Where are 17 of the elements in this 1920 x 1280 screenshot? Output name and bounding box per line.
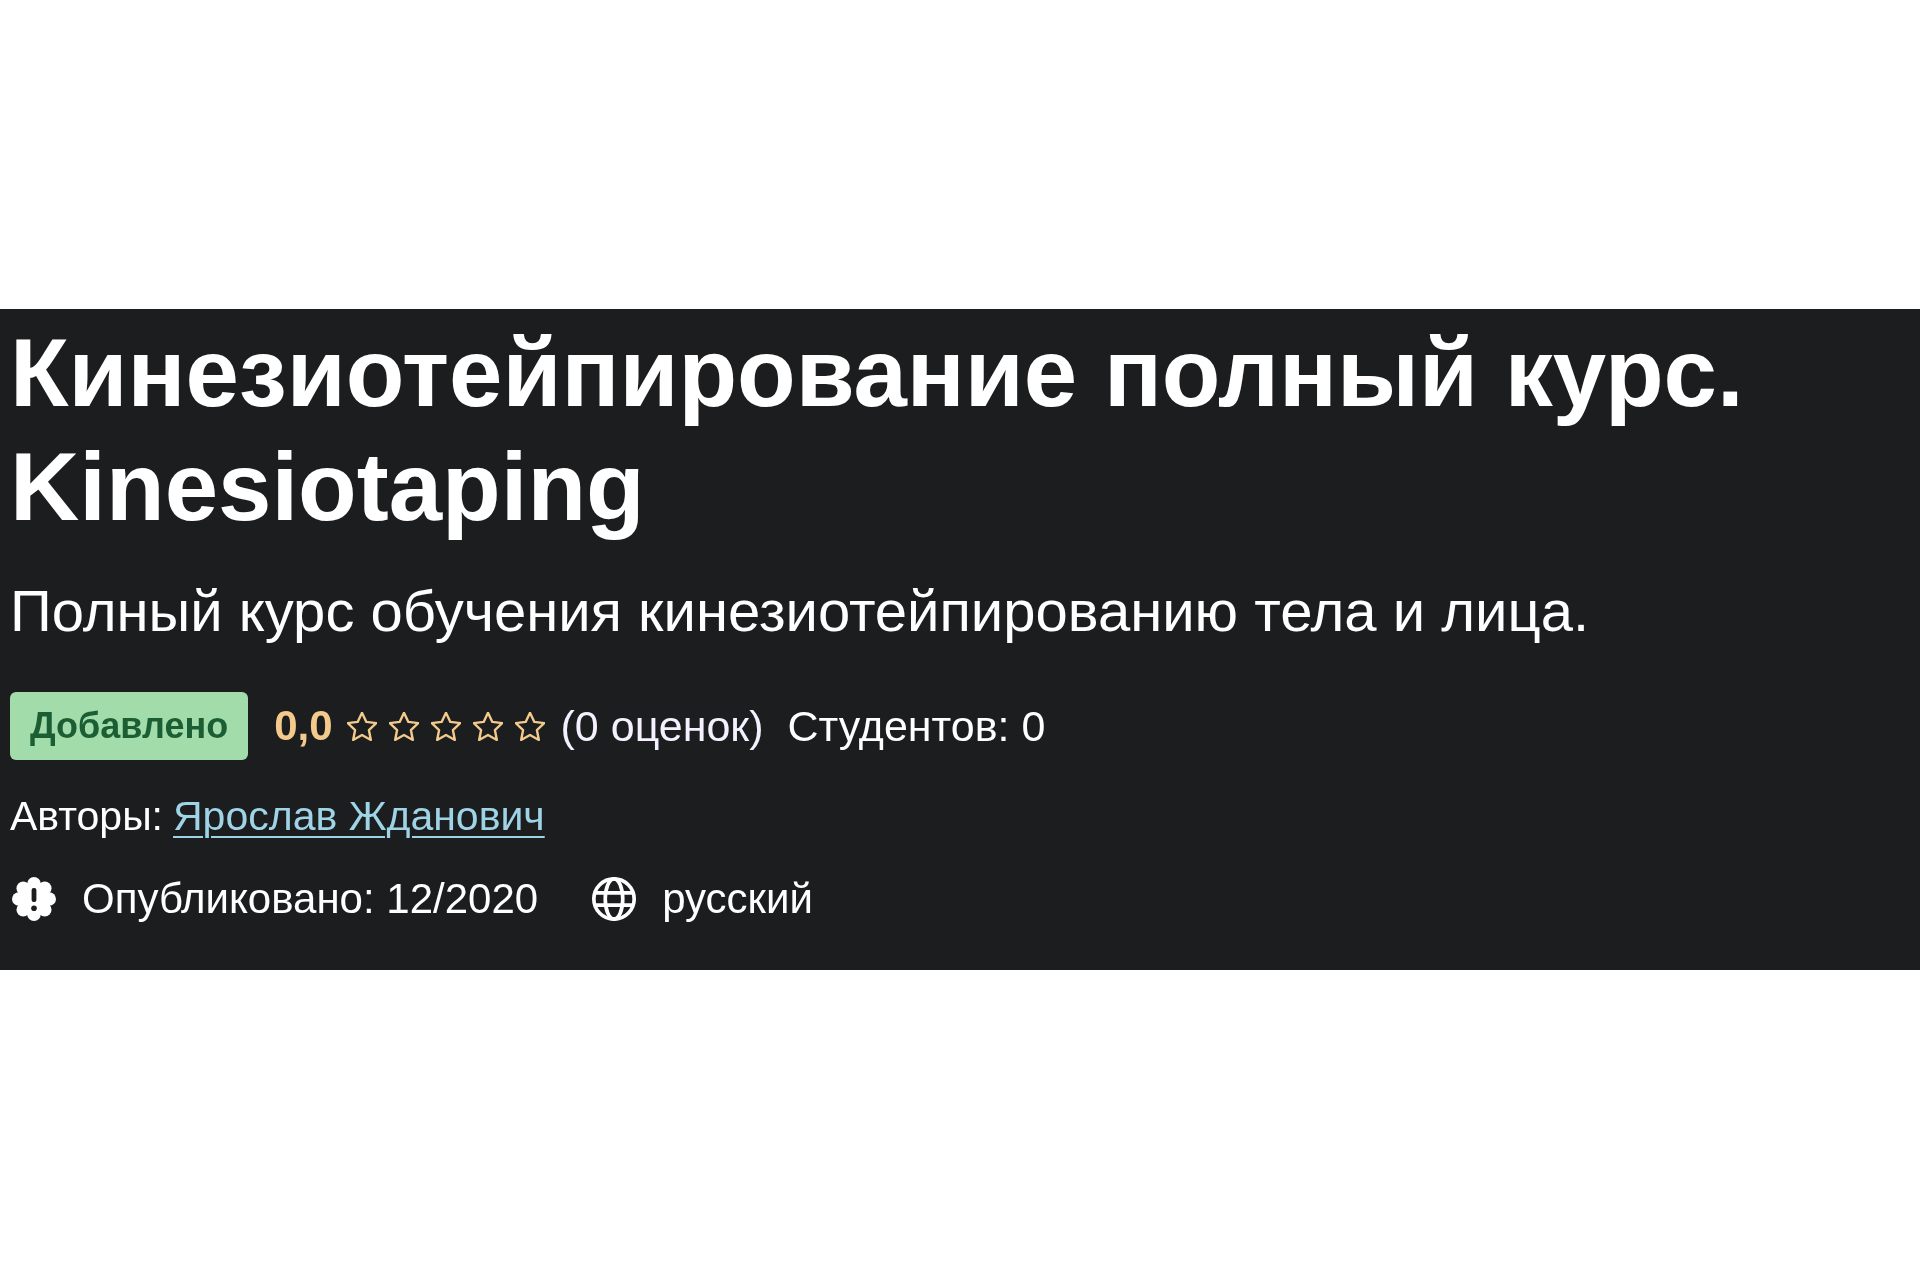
author-link[interactable]: Ярослав Жданович	[173, 791, 545, 841]
empty-star-icon	[472, 711, 503, 741]
empty-star-icon	[388, 711, 419, 741]
empty-star-icon	[346, 711, 377, 741]
rating-count: (0 оценок)	[560, 701, 764, 751]
course-subtitle: Полный курс обучения кинезиотейпированию тела и лица.	[10, 578, 1590, 644]
published-date: Опубликовано: 12/2020	[82, 874, 539, 924]
added-badge: Добавлено	[10, 692, 249, 760]
authors-label: Авторы:	[10, 792, 163, 841]
rating-value: 0,0	[274, 701, 333, 751]
course-title: Кинезиотейпирование полный курс. Kinesiotaping	[10, 318, 1745, 542]
students-count: Студентов: 0	[787, 701, 1046, 751]
language-label: русский	[662, 874, 813, 924]
alert-badge-icon	[12, 877, 56, 921]
empty-star-icon	[514, 711, 545, 741]
empty-star-icon	[430, 711, 461, 741]
globe-icon	[592, 877, 637, 921]
